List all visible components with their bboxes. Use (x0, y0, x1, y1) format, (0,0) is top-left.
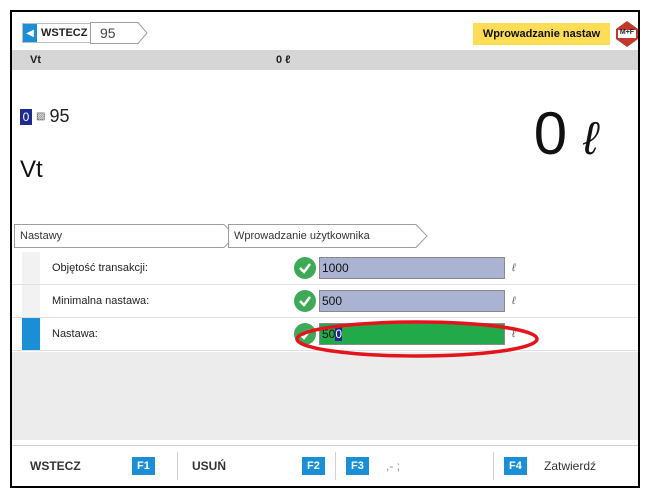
f3-key: F3 (346, 457, 369, 475)
tab-label: Wprowadzanie użytkownika (234, 230, 370, 242)
back-button[interactable]: ◀ WSTECZ (22, 23, 95, 43)
back-arrow-icon: ◀ (23, 24, 37, 42)
check-icon (294, 257, 316, 279)
value-field[interactable]: 500 (319, 290, 505, 312)
terminal-screen: ◀ WSTECZ 95 Wprowadzanie nastaw M+F Vt 0… (10, 10, 640, 488)
field-value: 1000 (322, 261, 349, 275)
fuel-grade: 95 (49, 106, 70, 126)
logo-text: M+F (619, 29, 635, 36)
row-marker (22, 285, 40, 317)
breadcrumb-label: 95 (100, 25, 116, 41)
field-value: 500 (322, 294, 343, 308)
f1-label: WSTECZ (30, 459, 81, 473)
check-icon (294, 290, 316, 312)
company-logo: M+F (616, 21, 638, 47)
f3-label: ,- ; (386, 459, 400, 473)
nozzle-number: 0 (20, 108, 32, 125)
f1-back-button[interactable]: WSTECZ F1 (12, 446, 178, 486)
row-marker (22, 252, 40, 284)
row-label: Minimalna nastawa: (52, 295, 150, 307)
breadcrumb[interactable]: 95 (90, 22, 148, 44)
tab-bar: Nastawy Wprowadzanie użytkownika (12, 224, 638, 248)
value-field[interactable]: 1000 (319, 257, 505, 279)
info-key: Vt (30, 54, 41, 66)
row-label: Objętość transakcji: (52, 262, 148, 274)
tab-label: Nastawy (20, 230, 63, 242)
settings-row[interactable]: Objętość transakcji: 1000 ℓ (12, 252, 638, 285)
f3-separator-button[interactable]: F3 ,- ; (336, 446, 494, 486)
nozzle-info: 0 ▧ 95 (20, 106, 69, 127)
unit-label: ℓ (512, 262, 516, 274)
mode-badge: Wprowadzanie nastaw (473, 23, 610, 45)
f2-key: F2 (302, 457, 325, 475)
f1-key: F1 (132, 457, 155, 475)
function-key-bar: WSTECZ F1 USUŃ F2 F3 ,- ; F4 Zatwierdź (12, 445, 638, 486)
volume-display: 0ℓ (534, 104, 598, 164)
back-button-label: WSTECZ (41, 27, 88, 39)
f2-label: USUŃ (192, 459, 227, 473)
settings-row[interactable]: Minimalna nastawa: 500 ℓ (12, 285, 638, 318)
product-label: Vt (20, 156, 43, 183)
unit-label: ℓ (512, 295, 516, 307)
nozzle-icon: ▧ (36, 111, 46, 122)
tab-wprowadzanie-uzytkownika[interactable]: Wprowadzanie użytkownika (228, 224, 428, 248)
f4-confirm-button[interactable]: F4 Zatwierdź (494, 446, 638, 486)
info-bar: Vt 0 ℓ (12, 50, 638, 70)
empty-area (12, 352, 638, 440)
volume-unit: ℓ (583, 112, 598, 164)
main-display: 0 ▧ 95 Vt 0ℓ (12, 70, 638, 216)
row-selection-marker (22, 318, 40, 350)
f4-label: Zatwierdź (544, 459, 597, 473)
tab-nastawy[interactable]: Nastawy (14, 224, 236, 248)
top-bar: ◀ WSTECZ 95 Wprowadzanie nastaw M+F (12, 12, 638, 50)
info-value: 0 ℓ (276, 54, 291, 66)
row-label: Nastawa: (52, 328, 98, 340)
volume-value: 0 (533, 100, 568, 167)
breadcrumb-chevron-icon (90, 22, 148, 44)
highlight-ellipse (295, 320, 539, 358)
f4-key: F4 (504, 457, 527, 475)
f2-delete-button[interactable]: USUŃ F2 (178, 446, 336, 486)
